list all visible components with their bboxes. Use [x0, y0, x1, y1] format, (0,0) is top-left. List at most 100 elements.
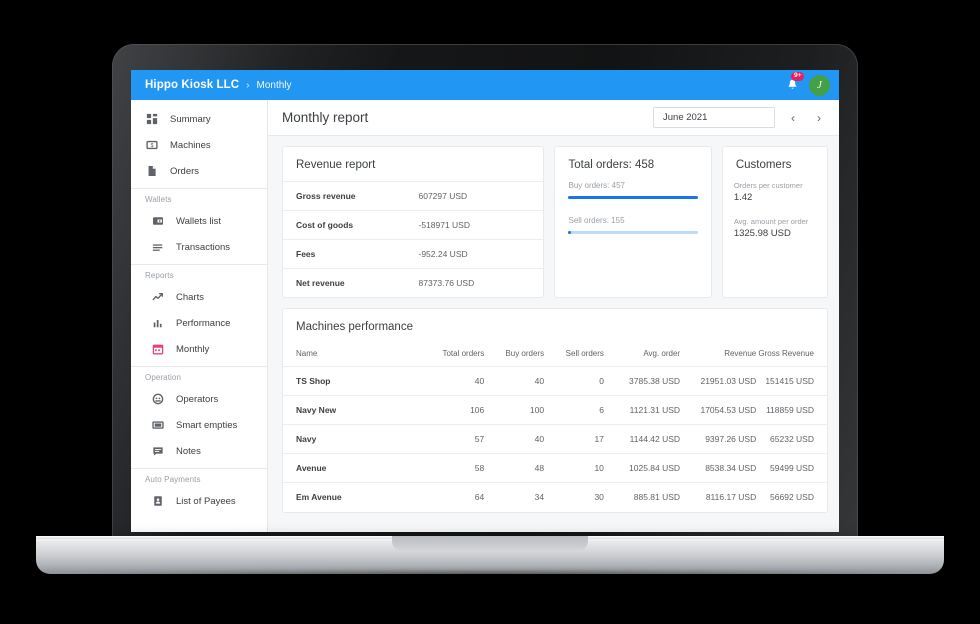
- customers-card: Customers Orders per customer 1.42 Avg. …: [721, 146, 828, 298]
- total-orders-title: Total orders: 458: [568, 159, 655, 171]
- cell-machine-name: Navy: [283, 424, 419, 454]
- wallet-icon: [151, 215, 164, 228]
- avg-amount-per-order-value: 1325.98 USD: [733, 228, 791, 239]
- sidebar-item-operators[interactable]: Operators: [131, 386, 267, 412]
- cell-value: 57: [419, 424, 485, 454]
- sidebar-item-notes[interactable]: Notes: [131, 438, 267, 464]
- cell-machine-name: Navy New: [283, 395, 419, 425]
- cell-value: 58: [419, 453, 485, 483]
- sidebar-item-performance[interactable]: Performance: [131, 310, 267, 336]
- sidebar-item-list-of-payees[interactable]: List of Payees: [131, 488, 267, 514]
- cell-value: 40: [419, 366, 485, 396]
- next-month-button[interactable]: ›: [811, 108, 827, 128]
- avatar[interactable]: J: [809, 74, 830, 96]
- table-row[interactable]: Navy 57 40 17 1144.42 USD 9397.26 USD 65232 US…: [283, 424, 827, 454]
- cell-value: 106: [419, 395, 485, 425]
- column-header[interactable]: Gross Revenue: [756, 344, 827, 367]
- column-header[interactable]: Avg. order: [603, 344, 681, 367]
- buy-orders-bar-fill: [568, 196, 698, 199]
- revenue-row-key: Gross revenue: [296, 191, 356, 201]
- sidebar-item-label: Transactions: [176, 241, 231, 253]
- app-body: Summary $ Machines Orders Wallets Wallet…: [131, 100, 839, 532]
- screenshot-stage: Hippo Kiosk LLC › Monthly 9+ J Summary $…: [0, 0, 980, 624]
- money-box-icon: $: [145, 139, 158, 152]
- sell-orders-bar-fill: [568, 231, 572, 234]
- summary-cards-row: Revenue report Gross revenue 607297 USD …: [268, 136, 839, 298]
- table-row[interactable]: TS Shop 40 40 0 3785.38 USD 21951.03 USD 15141…: [283, 366, 827, 396]
- table-row[interactable]: Navy New 106 100 6 1121.31 USD 17054.53 USD 11…: [283, 395, 827, 425]
- cell-value: 40: [484, 366, 545, 396]
- app-topbar: Hippo Kiosk LLC › Monthly 9+ J: [131, 70, 839, 100]
- contact-card-icon: [151, 495, 164, 508]
- column-header[interactable]: Total orders: [419, 344, 485, 367]
- avg-amount-per-order-label: Avg. amount per order: [733, 217, 809, 226]
- cell-value: 8116.17 USD: [705, 492, 757, 503]
- sidebar-item-charts[interactable]: Charts: [131, 284, 267, 310]
- sidebar-group-reports: Reports: [145, 271, 174, 280]
- sidebar-group-operation: Operation: [145, 373, 182, 382]
- sidebar-divider: [131, 366, 267, 367]
- svg-text:$: $: [150, 143, 153, 149]
- breadcrumb-separator-icon: ›: [246, 79, 250, 91]
- cell-value: 65232 USD: [756, 424, 827, 454]
- sidebar-item-label: Performance: [176, 317, 231, 329]
- sidebar-item-label: Smart empties: [176, 419, 238, 431]
- table-header-row: Name Total orders Buy orders Sell orders…: [283, 344, 827, 367]
- sidebar-item-wallets-list[interactable]: Wallets list: [131, 208, 267, 234]
- notification-badge: 9+: [791, 72, 805, 81]
- month-picker[interactable]: June 2021: [653, 107, 775, 128]
- column-header[interactable]: Name: [283, 344, 419, 367]
- cash-note-icon: [151, 419, 164, 432]
- column-header[interactable]: Buy orders: [484, 344, 545, 367]
- revenue-row-key: Fees: [296, 249, 316, 259]
- cell-value: 118859 USD: [756, 395, 827, 425]
- cell-value: 30: [594, 492, 604, 503]
- revenue-row: Fees -952.24 USD: [283, 239, 544, 268]
- revenue-row-key: Cost of goods: [296, 220, 354, 230]
- content-header: Monthly report June 2021 ‹ ›: [268, 100, 839, 136]
- sidebar: Summary $ Machines Orders Wallets Wallet…: [131, 100, 268, 532]
- sidebar-item-label: Monthly: [176, 343, 210, 355]
- sidebar-item-label: Operators: [176, 393, 219, 405]
- column-header[interactable]: Revenue: [680, 344, 757, 367]
- revenue-row-value: 87373.76 USD: [418, 278, 475, 288]
- cell-value: 6: [544, 395, 604, 425]
- document-icon: [145, 165, 158, 178]
- notifications-button[interactable]: 9+: [784, 72, 805, 93]
- breadcrumb[interactable]: Monthly: [256, 80, 291, 91]
- sidebar-item-monthly[interactable]: Monthly: [131, 336, 267, 362]
- sidebar-divider: [131, 264, 267, 265]
- sidebar-item-orders[interactable]: Orders: [131, 158, 267, 184]
- laptop-screen: Hippo Kiosk LLC › Monthly 9+ J Summary $…: [131, 70, 839, 532]
- laptop-base: [36, 536, 944, 574]
- brand-title[interactable]: Hippo Kiosk LLC: [145, 79, 239, 91]
- sidebar-item-label: Summary: [170, 113, 211, 125]
- revenue-row: Cost of goods -518971 USD: [283, 210, 544, 239]
- laptop-base-notch: [392, 536, 588, 551]
- orders-per-customer-value: 1.42: [733, 192, 753, 203]
- table-row[interactable]: Avenue 58 48 10 1025.84 USD 8538.34 USD 59499 …: [283, 453, 827, 483]
- prev-month-button[interactable]: ‹: [785, 108, 801, 128]
- month-picker-value: June 2021: [663, 112, 708, 123]
- column-header[interactable]: Sell orders: [544, 344, 604, 367]
- sidebar-item-machines[interactable]: $ Machines: [131, 132, 267, 158]
- cell-value: 0: [544, 366, 604, 396]
- dashboard-icon: [145, 113, 158, 126]
- cell-value: 8538.34 USD: [680, 453, 757, 483]
- revenue-row-value: 607297 USD: [418, 191, 468, 201]
- sidebar-item-smart-empties[interactable]: Smart empties: [131, 412, 267, 438]
- cell-machine-name: Avenue: [283, 453, 419, 483]
- sidebar-item-transactions[interactable]: Transactions: [131, 234, 267, 260]
- sidebar-item-label: List of Payees: [176, 495, 236, 507]
- sidebar-item-summary[interactable]: Summary: [131, 106, 267, 132]
- sidebar-group-wallets: Wallets: [145, 195, 172, 204]
- customers-title: Customers: [735, 159, 792, 171]
- sidebar-item-label: Notes: [176, 445, 201, 457]
- cell-value: 64: [474, 492, 485, 503]
- revenue-row: Gross revenue 607297 USD: [283, 181, 544, 210]
- trend-line-icon: [151, 291, 164, 304]
- revenue-report-card: Revenue report Gross revenue 607297 USD …: [282, 146, 545, 298]
- table-row[interactable]: Em Avenue 64 34 30 885.81 USD 8116.17 USD 5669…: [283, 483, 827, 512]
- machines-performance-title: Machines performance: [296, 321, 413, 333]
- cell-value: 885.81 USD: [633, 492, 681, 503]
